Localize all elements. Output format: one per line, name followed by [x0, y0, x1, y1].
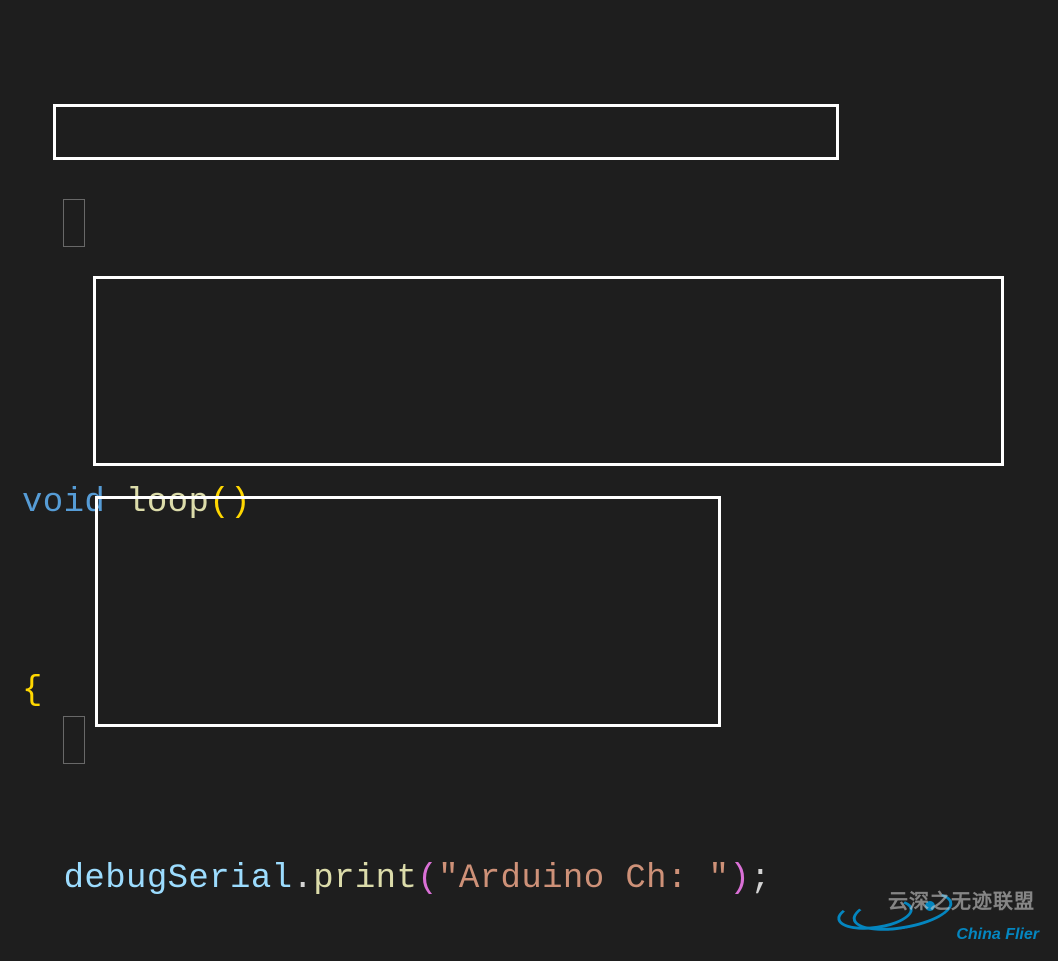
- string-literal: "Arduino Ch: ": [438, 860, 729, 898]
- code-line[interactable]: {: [22, 668, 1058, 715]
- bracket-match-open: [63, 199, 85, 247]
- annotation-box-2: [93, 276, 1004, 466]
- code-line[interactable]: debugSerial.print("Arduino Ch: ");: [22, 856, 1058, 903]
- brace-open: {: [22, 672, 43, 710]
- keyword-void: void: [22, 484, 105, 522]
- annotation-box-1: [53, 104, 839, 160]
- bracket-match-close: [63, 716, 85, 764]
- paren-open: (: [209, 484, 230, 522]
- code-editor[interactable]: void loop() { debugSerial.print("Arduino…: [0, 0, 1058, 961]
- function-name: loop: [126, 484, 209, 522]
- code-line[interactable]: void loop(): [22, 480, 1058, 527]
- variable: debugSerial: [64, 860, 293, 898]
- paren-close: ): [230, 484, 251, 522]
- method: print: [313, 860, 417, 898]
